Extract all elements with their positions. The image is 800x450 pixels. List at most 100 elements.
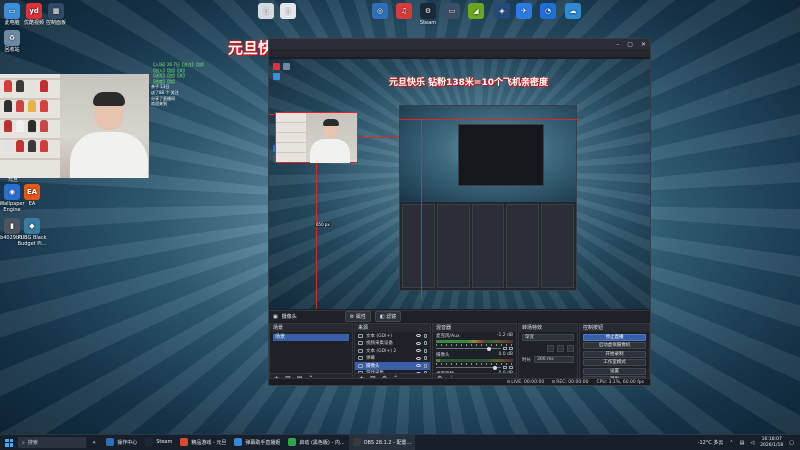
audio-meter-level	[436, 340, 484, 343]
obs-preview[interactable]: 650 px 元旦快乐 钻粉138米=10个飞机亲密度	[269, 59, 650, 309]
transition-type-select[interactable]: 渐变	[522, 334, 574, 341]
context-bar: ▣ 摄像头 ⚙ 属性 ◧ 滤镜	[269, 310, 650, 322]
guide-line	[421, 119, 422, 299]
channel-settings-icon[interactable]	[509, 347, 513, 350]
taskbar-app-label: Steam	[156, 439, 173, 445]
add-transition-button[interactable]	[547, 345, 554, 352]
lock-icon[interactable]	[424, 356, 427, 361]
properties-button[interactable]: ⚙ 属性	[344, 311, 371, 322]
minimize-icon[interactable]: –	[616, 41, 619, 48]
obs-window[interactable]: – ▢ ✕ 650 px 元旦快乐 钻粉138米=10个飞机亲密度 ▣ 摄像头 …	[268, 38, 651, 386]
lock-icon[interactable]	[424, 348, 427, 353]
taskbar-app[interactable]: 弹幕助手直播姬	[230, 435, 284, 450]
news-icon[interactable]: ✦	[92, 440, 96, 446]
desktop-shortcut[interactable]: ☁	[555, 3, 591, 20]
visibility-eye-icon[interactable]	[416, 334, 421, 338]
figure	[40, 80, 48, 92]
transition-settings-button[interactable]	[567, 345, 574, 352]
control-button[interactable]: 停止直播	[583, 333, 646, 341]
figure	[40, 120, 48, 132]
start-button[interactable]	[0, 438, 18, 447]
lock-icon[interactable]	[424, 363, 427, 368]
mixer-channel: 麦克风/Aux -1.2 dB	[433, 332, 516, 351]
source-item[interactable]: 弹幕	[355, 355, 430, 363]
control-button[interactable]: 设置	[583, 367, 646, 375]
taskbar-app[interactable]: 启动 (黑色版) - 内...	[284, 435, 348, 450]
taskbar-app[interactable]: 操作中心	[102, 435, 141, 450]
source-type-icon	[358, 341, 363, 346]
desktop-shortcut[interactable]: ♻ 回收站	[0, 30, 30, 53]
visibility-eye-icon[interactable]	[416, 341, 421, 345]
close-icon[interactable]: ✕	[641, 41, 646, 48]
taskbar-app[interactable]: 精品游戏 - 元旦	[176, 435, 230, 450]
visibility-eye-icon[interactable]	[416, 364, 421, 368]
source-name: 弹幕	[366, 356, 375, 362]
visibility-eye-icon[interactable]	[416, 356, 421, 360]
document-icon: ▯	[280, 3, 296, 19]
lock-icon[interactable]	[424, 341, 427, 346]
source-item[interactable]: 文本 (GDI+) 2	[355, 347, 430, 355]
taskbar-clock[interactable]: 16:18:07 2026/1/18	[760, 437, 783, 449]
preview-stream-title: 元旦快乐 钻粉138米=10个飞机亲密度	[389, 78, 548, 88]
chevron-up-icon[interactable]: ⌃	[729, 440, 733, 446]
visibility-eye-icon[interactable]	[416, 349, 421, 353]
volume-slider[interactable]	[436, 346, 513, 351]
taskbar-app[interactable]: Steam	[141, 435, 176, 450]
control-button[interactable]: 开始录制	[583, 350, 646, 358]
remove-transition-button[interactable]	[557, 345, 564, 352]
obs-titlebar[interactable]: – ▢ ✕	[269, 39, 650, 49]
control-button[interactable]: 启动虚拟摄像机	[583, 342, 646, 349]
figure	[4, 120, 12, 132]
volume-slider[interactable]	[436, 365, 513, 370]
transitions-dock-title: 转场特效	[519, 324, 577, 332]
source-name: 摄像头	[366, 363, 380, 369]
source-item[interactable]: 摄像头	[355, 362, 430, 370]
figure	[28, 80, 36, 92]
lock-icon[interactable]	[424, 333, 427, 338]
sources-dock-title: 来源	[355, 324, 430, 332]
transition-actions-row	[519, 343, 577, 354]
mute-speaker-icon[interactable]	[503, 366, 507, 369]
transition-duration-row: 时长 300 ms	[519, 354, 577, 365]
search-placeholder: 搜索	[27, 440, 38, 446]
volume-icon[interactable]: ◁	[750, 440, 754, 446]
desktop-shortcut[interactable]: ◆ PUBG Black Budget Pl...	[14, 218, 50, 247]
desktop-shortcut[interactable]: ▦ 控制面板	[38, 3, 74, 26]
volume-track[interactable]	[436, 346, 501, 351]
figure	[4, 80, 12, 92]
live-status: LIVE: 00:00:00	[507, 379, 544, 385]
source-item[interactable]: 文本 (GDI+)	[355, 332, 430, 340]
selected-source-outline[interactable]	[275, 112, 358, 163]
launcher-icon	[288, 438, 297, 446]
network-icon[interactable]: ▤	[740, 440, 745, 446]
mute-speaker-icon[interactable]	[503, 347, 507, 350]
filters-button[interactable]: ◧ 滤镜	[374, 311, 402, 322]
duration-input[interactable]: 300 ms	[534, 356, 574, 363]
control-button[interactable]: 工作室模式	[583, 359, 646, 366]
weather-status[interactable]: -12°C 多云	[698, 439, 724, 446]
mixer-dock-title: 混音器	[433, 324, 516, 332]
volume-knob[interactable]	[492, 365, 497, 370]
source-type-icon	[358, 363, 363, 368]
obs-icon	[352, 438, 361, 446]
source-item[interactable]: 视频采集设备	[355, 340, 430, 348]
distance-label: 650 px	[315, 222, 331, 227]
clock-time: 16:18:07	[761, 436, 782, 442]
chat-overlay: 【入场】26 7日【关注】【加】 【加入】【加】【关】 【送礼】【加】【关】 【热度】…	[151, 62, 223, 184]
desktop-shortcut[interactable]: ▯	[270, 3, 306, 20]
volume-knob[interactable]	[487, 346, 492, 351]
notification-icon[interactable]: ▢	[789, 440, 794, 446]
taskbar-app-label: 启动 (黑色版) - 内...	[299, 439, 345, 446]
maximize-icon[interactable]: ▢	[627, 41, 633, 48]
audio-meter	[436, 359, 513, 362]
mixer-channel-header: 麦克风/Aux -1.2 dB	[436, 333, 513, 339]
figure	[40, 140, 48, 152]
desktop-shortcut-label: Steam	[419, 20, 437, 26]
taskbar-search[interactable]: ⌕ 搜索	[18, 437, 86, 448]
scene-item[interactable]: 场景	[273, 334, 349, 341]
desktop-shortcut[interactable]: EA EA	[14, 184, 50, 207]
network-icon: ☁	[565, 3, 581, 19]
taskbar-app[interactable]: OBS 28.1.2 - 配置...	[348, 434, 416, 450]
volume-track[interactable]	[436, 365, 501, 370]
channel-settings-icon[interactable]	[509, 366, 513, 369]
